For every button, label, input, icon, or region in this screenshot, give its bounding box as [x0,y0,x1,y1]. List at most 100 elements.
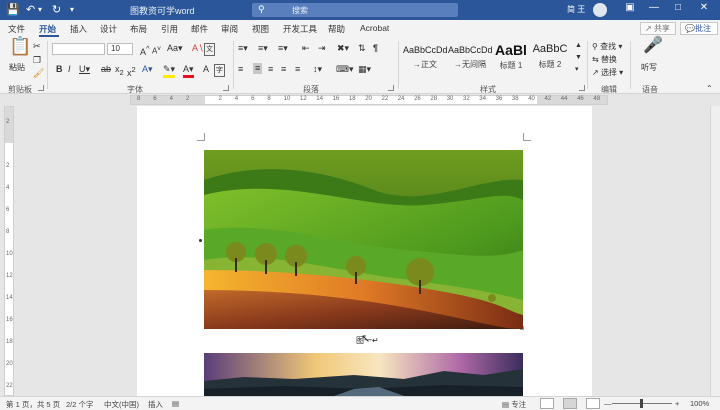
font-size-combo[interactable]: 10 [107,43,133,55]
vertical-ruler[interactable]: 2 2 4 6 8 10 12 14 16 18 20 22 [4,106,14,396]
user-name[interactable]: 简 王 [567,4,585,15]
shading-icon[interactable]: ⌨▾ [336,64,354,75]
style-normal[interactable]: AaBbCcDd →正文 [403,42,447,74]
superscript-icon[interactable]: x2 [127,64,136,79]
zoom-in-icon[interactable]: + [675,399,679,408]
text-effects-icon[interactable]: A▾ [142,64,153,75]
web-layout-button[interactable] [586,398,600,409]
share-button[interactable]: ↗ 共享 [640,22,676,35]
focus-mode[interactable]: ▤ 专注 [502,399,526,410]
comment-button[interactable]: 💬批注 [680,22,718,35]
paragraph-launcher-icon[interactable] [388,85,394,91]
tab-references[interactable]: 引用 [161,23,178,35]
minimize-icon[interactable]: — [644,2,664,13]
underline-icon[interactable]: U▾ [79,64,90,75]
font-name-combo[interactable] [52,43,105,55]
print-layout-button[interactable] [563,398,577,409]
subscript-icon[interactable]: x2 [115,64,124,78]
clipboard-launcher-icon[interactable] [38,85,44,91]
read-mode-button[interactable] [540,398,554,409]
strikethrough-icon[interactable]: ab [101,64,111,75]
close-icon[interactable]: ✕ [694,2,714,13]
tab-layout[interactable]: 布局 [130,23,147,35]
redo-icon[interactable]: ↻ [52,3,61,17]
paste-icon[interactable]: 📋 [9,37,31,55]
tab-acrobat[interactable]: Acrobat [360,23,389,33]
tab-developer[interactable]: 开发工具 [283,23,317,35]
select-button[interactable]: ↗ 选择 ▾ [592,67,623,78]
styles-launcher-icon[interactable] [579,85,585,91]
bold-icon[interactable]: B [56,64,63,75]
find-button[interactable]: ⚲ 查找 ▾ [592,41,622,52]
save-icon[interactable]: 💾 [6,3,20,17]
tab-insert[interactable]: 插入 [70,23,87,35]
bullets-icon[interactable]: ≡▾ [238,43,248,54]
justify-icon[interactable]: ≡ [281,64,286,75]
align-left-icon[interactable]: ≡ [238,64,243,75]
highlight-icon[interactable]: ✎▾ [163,64,176,78]
zoom-level[interactable]: 100% [690,399,709,408]
zoom-out-icon[interactable]: — [604,399,612,408]
distributed-icon[interactable]: ≡ [295,64,300,75]
show-marks-icon[interactable]: ¶ [373,43,378,54]
styles-more-icon[interactable]: ▾ [575,64,579,75]
landscape-image-1[interactable] [204,150,523,329]
landscape-image-2[interactable] [204,353,523,396]
vertical-scrollbar[interactable] [710,106,720,396]
clear-format-icon[interactable]: A∖ [192,43,204,54]
tab-design[interactable]: 设计 [100,23,117,35]
multilevel-list-icon[interactable]: ≡▾ [278,43,288,54]
paste-label[interactable]: 粘贴 [9,62,25,73]
dictate-label[interactable]: 听写 [641,62,657,73]
font-color-icon[interactable]: A▾ [183,64,194,78]
grow-font-icon[interactable]: A^ [140,43,150,58]
change-case-icon[interactable]: Aa▾ [167,43,183,54]
insert-mode[interactable]: 插入 [148,399,163,410]
increase-indent-icon[interactable]: ⇥ [318,43,326,54]
italic-icon[interactable]: I [68,64,71,75]
char-shading-icon[interactable]: A [203,64,209,75]
copy-icon[interactable]: ❐ [33,55,41,66]
enclose-char-icon[interactable]: 字 [214,64,225,77]
microphone-icon[interactable]: 🎤 [643,38,663,54]
asian-layout-icon[interactable]: ✖▾ [337,43,349,54]
format-painter-icon[interactable]: 🖌 [33,68,44,79]
decrease-indent-icon[interactable]: ⇤ [302,43,310,54]
maximize-icon[interactable]: □ [668,2,688,13]
macro-record-icon[interactable]: ▤ [172,399,179,408]
tab-mailings[interactable]: 邮件 [191,23,208,35]
line-spacing-icon[interactable]: ↕▾ [313,64,322,75]
font-launcher-icon[interactable] [223,85,229,91]
align-right-icon[interactable]: ≡ [268,64,273,75]
char-border-icon[interactable]: 文 [204,43,215,56]
cut-icon[interactable]: ✂ [33,41,41,52]
zoom-thumb[interactable] [640,399,643,408]
word-count[interactable]: 2/2 个字 [66,399,94,410]
tab-help[interactable]: 帮助 [328,23,345,35]
undo-dropdown-icon[interactable]: ▾ [38,3,42,17]
customize-icon[interactable]: ▾ [70,3,74,17]
styles-scroll-down-icon[interactable]: ▼ [575,52,582,63]
language-indicator[interactable]: 中文(中国) [104,399,139,410]
numbering-icon[interactable]: ≡▾ [258,43,268,54]
avatar[interactable] [593,3,607,17]
style-heading-1[interactable]: AaBl 标题 1 [489,42,533,74]
align-center-icon[interactable]: ≡ [253,63,263,74]
style-no-spacing[interactable]: AaBbCcDd →无间隔 [448,42,492,74]
undo-icon[interactable]: ↶ [26,3,35,17]
shrink-font-icon[interactable]: Av [152,43,161,57]
tab-home[interactable]: 开始 [39,23,56,35]
sort-icon[interactable]: ⇅ [358,43,366,54]
image-resize-handle[interactable] [520,326,524,330]
tab-file[interactable]: 文件 [8,23,25,35]
styles-scroll-up-icon[interactable]: ▲ [575,40,582,51]
ribbon-display-icon[interactable]: ▣ [620,2,640,13]
collapse-ribbon-icon[interactable]: ⌃ [706,83,713,94]
replace-button[interactable]: ⇆ 替换 [592,54,617,65]
tab-view[interactable]: 视图 [252,23,269,35]
borders-icon[interactable]: ▦▾ [358,64,371,75]
page-count[interactable]: 第 1 页，共 5 页 [6,399,60,410]
style-heading-2[interactable]: AaBbC 标题 2 [528,42,572,74]
horizontal-ruler[interactable]: 8 6 4 2 2 4 6 8 10 12 14 16 18 20 22 24 26 28 30 32 34 36 38 40… [130,95,608,105]
tab-review[interactable]: 审阅 [221,23,238,35]
